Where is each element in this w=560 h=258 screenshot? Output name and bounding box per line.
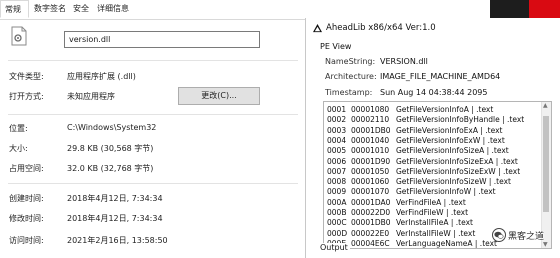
export-rva: 00001060 — [351, 177, 390, 187]
accessed-label: 访问时间: — [9, 236, 44, 245]
export-name: GetFileVersionInfoA | .text — [396, 105, 494, 114]
file-name-field[interactable]: version.dll — [64, 31, 260, 48]
export-ordinal: 000D — [327, 228, 348, 238]
location-label: 位置: — [9, 124, 28, 133]
export-ordinal: 000C — [327, 218, 347, 228]
modified-value: 2018年4月12日, 7:34:34 — [67, 214, 163, 223]
architecture-label: Architecture: — [325, 72, 377, 81]
export-rva: 00001DA0 — [351, 197, 391, 207]
scroll-up-icon[interactable]: ▲ — [543, 102, 548, 109]
export-rva: 00001080 — [351, 105, 390, 114]
size-value: 29.8 KB (30,568 字节) — [67, 144, 154, 153]
dll-file-icon — [11, 26, 27, 46]
export-rva: 00001DB0 — [351, 218, 391, 228]
export-ordinal: 0001 — [327, 105, 347, 114]
timestamp-value: Sun Aug 14 04:38:44 2095 — [380, 88, 488, 97]
export-name: GetFileVersionInfoSizeW | .text — [396, 177, 511, 187]
architecture-value: IMAGE_FILE_MACHINE_AMD64 — [380, 72, 501, 81]
location-value: C:\Windows\System32 — [67, 123, 157, 132]
watermark: 黑客之道 — [492, 226, 556, 244]
export-name: GetFileVersionInfoW | .text — [396, 187, 496, 197]
export-name: VerLanguageNameA | .text — [396, 238, 497, 248]
export-name: GetFileVersionInfoSizeA | .text — [396, 146, 509, 156]
export-ordinal: 0008 — [327, 177, 347, 187]
export-ordinal: 0005 — [327, 146, 347, 156]
file-properties-dialog: 常规 数字签名 安全 详细信息 version.dll 文件类型: 应用程序扩展… — [0, 0, 305, 258]
export-name: GetFileVersionInfoSizeExW | .text — [396, 166, 521, 176]
name-string-label: NameString: — [325, 57, 376, 66]
tab-bar: 常规 数字签名 安全 详细信息 — [0, 0, 305, 20]
export-rva: 000022E0 — [351, 228, 390, 238]
opens-with-value: 未知应用程序 — [67, 92, 115, 101]
export-name: VerFindFileA | .text — [396, 197, 466, 207]
created-value: 2018年4月12日, 7:34:34 — [67, 194, 163, 203]
watermark-text: 黑客之道 — [508, 232, 545, 242]
divider — [8, 114, 298, 115]
export-name: GetFileVersionInfoExA | .text — [396, 125, 503, 135]
tab-security[interactable]: 安全 — [73, 3, 89, 14]
export-rva: 000022D0 — [351, 208, 391, 217]
wechat-icon — [492, 228, 506, 242]
scroll-thumb[interactable] — [543, 116, 549, 212]
export-rva: 00004E6C — [351, 238, 390, 248]
export-rva: 00001050 — [351, 166, 390, 176]
output-label: Output — [320, 243, 350, 252]
divider — [8, 60, 298, 61]
export-rva: 00002110 — [351, 115, 390, 125]
title-bar[interactable]: AheadLib x86/x64 Ver:1.0 — [306, 18, 560, 38]
size-on-disk-value: 32.0 KB (32,768 字节) — [67, 164, 154, 173]
export-rva: 00001010 — [351, 146, 390, 156]
export-ordinal: 0007 — [327, 166, 347, 176]
tab-general[interactable]: 常规 — [0, 0, 29, 18]
app-icon — [313, 24, 322, 33]
tab-digital-signatures[interactable]: 数字签名 — [34, 3, 66, 14]
size-label: 大小: — [9, 144, 28, 153]
export-name: VerInstallFileW | .text — [396, 228, 476, 238]
export-name: GetFileVersionInfoSizeExA | .text — [396, 156, 518, 166]
export-ordinal: 000A — [327, 197, 347, 207]
export-name: GetFileVersionInfoExW | .text — [396, 135, 505, 145]
export-ordinal: 0006 — [327, 156, 347, 166]
export-name: GetFileVersionInfoByHandle | .text — [396, 115, 525, 125]
export-rva: 00001DB0 — [351, 125, 391, 135]
tab-details[interactable]: 详细信息 — [97, 3, 129, 14]
export-rva: 00001070 — [351, 187, 390, 197]
aheadlib-window: AheadLib x86/x64 Ver:1.0 PE View NameStr… — [305, 18, 560, 258]
export-rva: 00001040 — [351, 135, 390, 145]
pe-view-group-title: PE View — [320, 42, 352, 51]
export-name: VerFindFileW | .text — [396, 208, 469, 217]
file-type-label: 文件类型: — [9, 72, 44, 81]
export-name: VerInstallFileA | .text — [396, 218, 473, 228]
window-title: AheadLib x86/x64 Ver:1.0 — [326, 23, 436, 33]
export-ordinal: 0009 — [327, 187, 347, 197]
timestamp-label: Timestamp: — [325, 88, 373, 97]
accessed-value: 2021年2月16日, 13:58:50 — [67, 236, 168, 245]
export-ordinal: 0002 — [327, 115, 347, 125]
modified-label: 修改时间: — [9, 214, 44, 223]
export-ordinal: 000B — [327, 208, 347, 217]
opens-with-label: 打开方式: — [9, 92, 44, 101]
divider — [8, 183, 298, 184]
export-rva: 00001D90 — [351, 156, 391, 166]
change-button[interactable]: 更改(C)... — [178, 87, 260, 105]
export-ordinal: 0003 — [327, 125, 347, 135]
created-label: 创建时间: — [9, 194, 44, 203]
name-string-value: VERSION.dll — [380, 57, 428, 66]
size-on-disk-label: 占用空间: — [9, 164, 44, 173]
file-type-value: 应用程序扩展 (.dll) — [67, 72, 136, 81]
export-ordinal: 0004 — [327, 135, 347, 145]
